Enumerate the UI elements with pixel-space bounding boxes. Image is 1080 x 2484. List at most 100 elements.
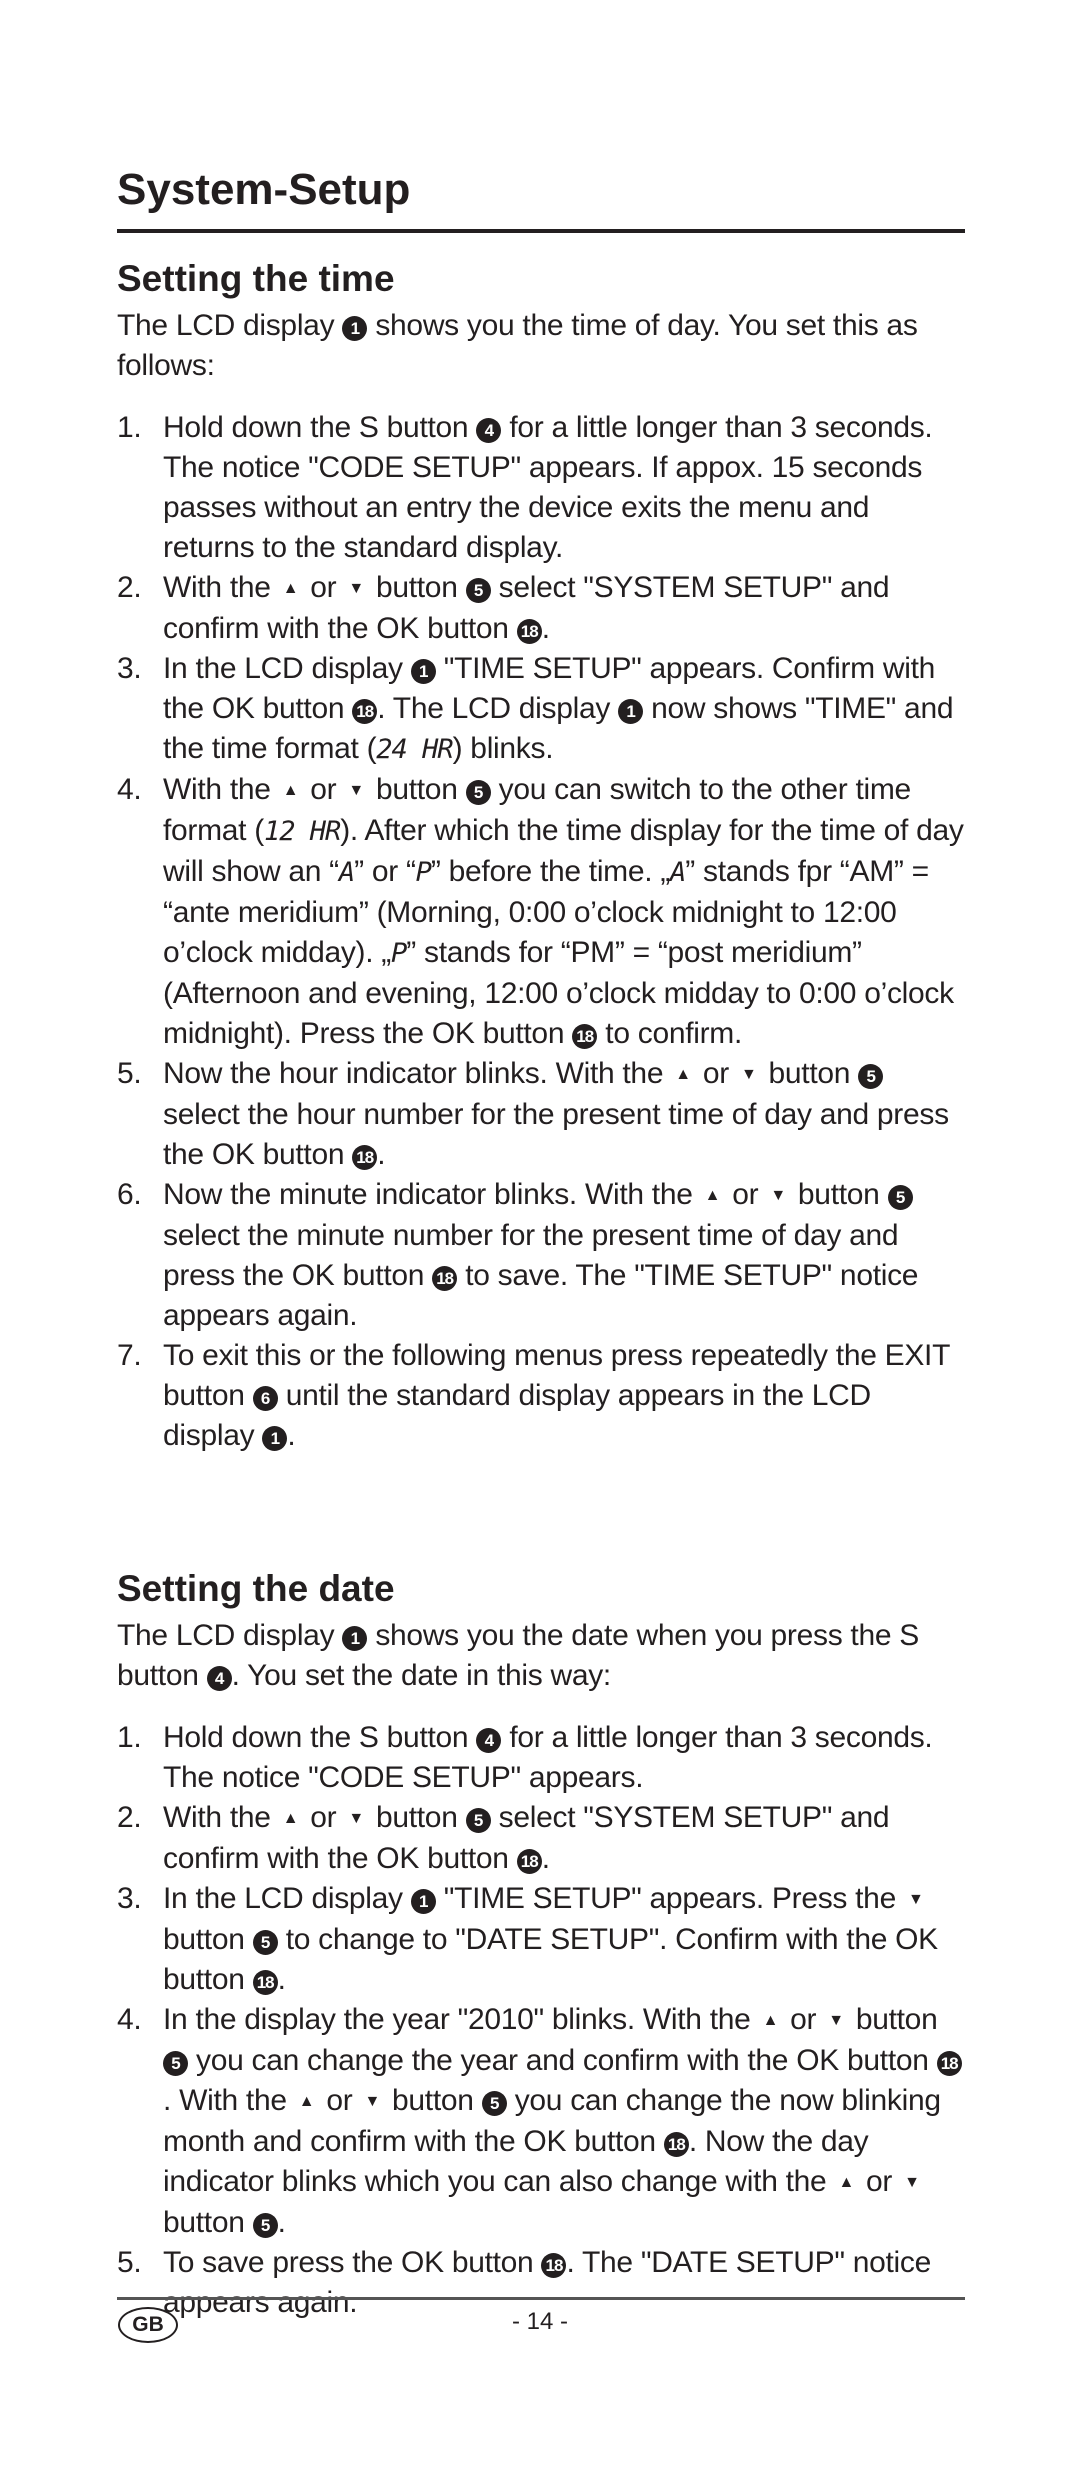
text-run: or: [302, 571, 345, 604]
text-run: or: [858, 2165, 901, 2198]
triangle-down-icon: ▼: [364, 2093, 380, 2110]
text-run: or: [782, 2003, 825, 2036]
text-run: or: [318, 2084, 361, 2117]
page-number: - 14 -: [511, 2308, 568, 2335]
text-run: . With the: [163, 2084, 295, 2117]
footer-divider: [117, 2297, 965, 2300]
circled-number-5-icon: 5: [163, 2051, 188, 2076]
section-setting-date: Setting the date The LCD display 1 shows…: [117, 1566, 965, 2323]
circled-number-1-icon: 1: [410, 1889, 436, 1914]
text-run: or: [694, 1057, 737, 1090]
circled-number-18-icon: 18: [541, 2253, 567, 2278]
step-number: 4.: [117, 773, 142, 806]
lcd-segment-text: A: [670, 857, 686, 888]
text-run: ) blinks.: [452, 732, 554, 765]
circled-number-5-icon: 5: [252, 1930, 278, 1955]
lcd-segment-text: 24 HR: [376, 734, 453, 765]
step-number: 5.: [117, 1057, 142, 1090]
circled-number-5-icon: 5: [481, 2091, 507, 2116]
triangle-up-icon: ▲: [282, 782, 299, 799]
text-run: button: [789, 1178, 888, 1211]
circled-number-18-icon: 18: [516, 1849, 542, 1874]
step-number: 5.: [117, 2246, 142, 2279]
text-run: Now the hour indicator blinks. With the: [163, 1057, 672, 1090]
text-run: With the: [163, 571, 279, 604]
triangle-up-icon: ▲: [675, 1066, 691, 1083]
text-run: In the display the year "2010" blinks. W…: [163, 2003, 759, 2036]
text-run: With the: [163, 773, 279, 806]
step-number: 1.: [117, 411, 142, 444]
step-number: 6.: [117, 1178, 142, 1211]
text-run: button: [367, 1801, 466, 1834]
list-item: 4. In the display the year "2010" blinks.…: [117, 2000, 965, 2243]
section-heading: Setting the date: [117, 1568, 395, 1609]
text-run: . The LCD display: [377, 692, 619, 725]
circled-number-1-icon: 1: [262, 1426, 288, 1451]
text-run: button: [163, 1923, 253, 1956]
circled-number-18-icon: 18: [352, 699, 378, 724]
circled-number-18-icon: 18: [572, 1024, 598, 1049]
text-run: .: [287, 1419, 296, 1452]
list-item: 5. Now the hour indicator blinks. With th…: [117, 1054, 965, 1175]
lcd-segment-text: P: [391, 938, 407, 969]
text-run: The LCD display: [117, 1619, 343, 1652]
section-setting-time: Setting the time The LCD display 1 shows…: [117, 256, 965, 1456]
text-run: . You set the date in this way:: [231, 1659, 612, 1692]
triangle-up-icon: ▲: [704, 1187, 721, 1204]
step-number: 3.: [117, 1882, 142, 1915]
triangle-down-icon: ▼: [740, 1066, 757, 1083]
text-run: In the LCD display: [163, 652, 411, 685]
text-run: ” before the time. „: [430, 855, 671, 888]
triangle-up-icon: ▲: [838, 2174, 855, 2191]
triangle-up-icon: ▲: [282, 1810, 299, 1827]
title-divider: [117, 229, 965, 233]
list-item: 1. Hold down the S button 4 for a little …: [117, 1718, 965, 1798]
circled-number-4-icon: 4: [476, 418, 502, 443]
step-number: 1.: [117, 1721, 142, 1754]
text-run: The LCD display: [117, 309, 343, 342]
step-number: 4.: [117, 2003, 142, 2036]
triangle-up-icon: ▲: [762, 2012, 779, 2029]
circled-number-1-icon: 1: [342, 1626, 368, 1651]
step-number: 3.: [117, 652, 142, 685]
circled-number-4-icon: 4: [476, 1728, 502, 1753]
text-run: button: [367, 773, 466, 806]
text-run: .: [541, 1842, 550, 1875]
circled-number-4-icon: 4: [206, 1666, 232, 1691]
section-intro: The LCD display 1 shows you the date whe…: [117, 1616, 965, 1696]
text-run: button: [367, 571, 466, 604]
triangle-down-icon: ▼: [770, 1187, 786, 1204]
circled-number-5-icon: 5: [465, 578, 491, 603]
list-item: 2. With the ▲ or ▼ button 5 select "SYSTE…: [117, 568, 965, 649]
text-run: To save press the OK button: [163, 2246, 542, 2279]
text-run: to confirm.: [597, 1017, 743, 1050]
triangle-down-icon: ▼: [904, 2174, 920, 2191]
lcd-segment-text: P: [415, 857, 432, 888]
text-run: or: [302, 773, 345, 806]
list-item: 6. Now the minute indicator blinks. With …: [117, 1175, 965, 1336]
text-run: or: [302, 1801, 345, 1834]
text-run: With the: [163, 1801, 279, 1834]
triangle-down-icon: ▼: [908, 1891, 924, 1908]
triangle-down-icon: ▼: [348, 1810, 364, 1827]
triangle-up-icon: ▲: [298, 2093, 315, 2110]
text-run: button: [163, 2206, 253, 2239]
step-number: 2.: [117, 571, 142, 604]
circled-number-18-icon: 18: [252, 1970, 278, 1995]
text-run: button: [760, 1057, 859, 1090]
triangle-down-icon: ▼: [348, 782, 364, 799]
page-title: System-Setup: [117, 165, 411, 214]
text-run: .: [377, 1138, 386, 1171]
text-run: you can change the year and confirm with…: [188, 2044, 937, 2077]
circled-number-18-icon: 18: [432, 1266, 458, 1291]
circled-number-18-icon: 18: [663, 2132, 689, 2157]
step-number: 7.: [117, 1339, 142, 1372]
circled-number-5-icon: 5: [465, 1808, 491, 1833]
text-run: .: [277, 2206, 286, 2239]
list-item: 7. To exit this or the following menus pr…: [117, 1336, 965, 1456]
circled-number-18-icon: 18: [936, 2051, 962, 2076]
circled-number-1-icon: 1: [410, 659, 436, 684]
step-number: 2.: [117, 1801, 142, 1834]
text-run: button: [847, 2003, 938, 2036]
list-item: 3. In the LCD display 1 "TIME SETUP" appe…: [117, 649, 965, 770]
